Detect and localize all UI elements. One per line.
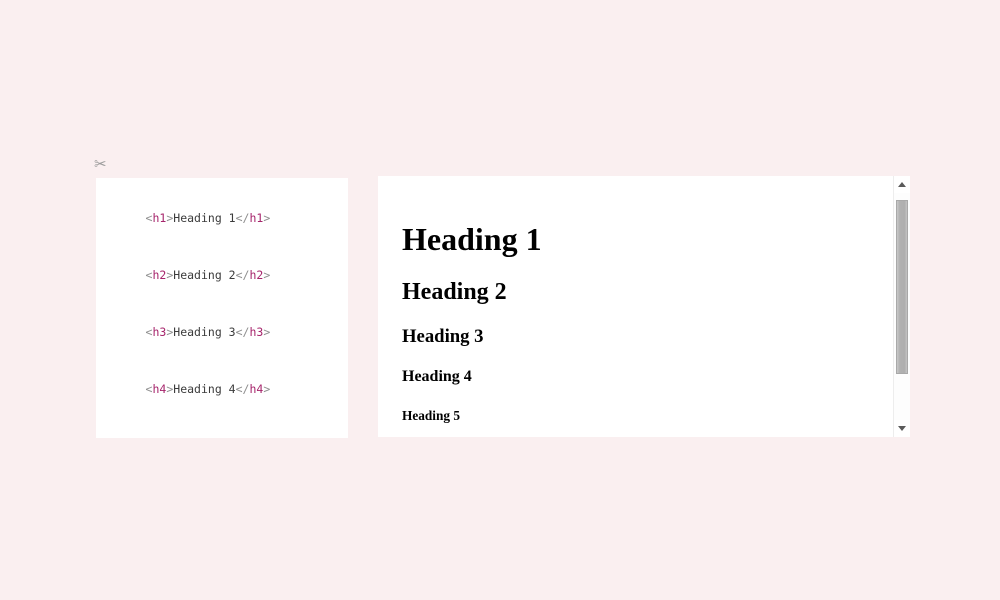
scissors-icon: ✂ <box>94 156 107 173</box>
scrollbar-up-button[interactable] <box>894 176 910 193</box>
open-tag-name: h4 <box>152 382 167 396</box>
close-bracket: </ <box>235 211 250 225</box>
open-tag-name: h1 <box>152 211 167 225</box>
code-line: <h1>Heading 1</h1> <box>104 190 338 247</box>
close-bracket-close: > <box>263 382 271 396</box>
preview-heading-4: Heading 4 <box>402 368 472 385</box>
close-bracket: </ <box>235 268 250 282</box>
code-line: <h3>Heading 3</h3> <box>104 304 338 361</box>
element-text: Heading 2 <box>173 268 236 282</box>
scrollbar-thumb[interactable] <box>896 200 908 374</box>
preview-content: Heading 1 Heading 2 Heading 3 Heading 4 … <box>378 176 893 437</box>
close-tag-name: h1 <box>249 211 264 225</box>
preview-output-panel: Heading 1 Heading 2 Heading 3 Heading 4 … <box>378 176 910 437</box>
close-tag-name: h4 <box>249 382 264 396</box>
close-bracket: </ <box>235 325 250 339</box>
scrollbar-down-button[interactable] <box>894 420 910 437</box>
element-text: Heading 1 <box>173 211 236 225</box>
close-tag-name: h3 <box>249 325 264 339</box>
close-bracket-close: > <box>263 325 271 339</box>
scrollbar-track[interactable] <box>894 193 910 420</box>
open-tag-name: h3 <box>152 325 167 339</box>
preview-scrollbar[interactable] <box>893 176 910 437</box>
element-text: Heading 4 <box>173 382 236 396</box>
open-tag-name: h2 <box>152 268 167 282</box>
preview-heading-3: Heading 3 <box>402 326 484 347</box>
code-line: <h4>Heading 4</h4> <box>104 361 338 418</box>
code-line: <h5>Heading 5</h5> <box>104 418 338 438</box>
preview-heading-2: Heading 2 <box>402 279 507 305</box>
close-bracket-close: > <box>263 268 271 282</box>
code-line: <h2>Heading 2</h2> <box>104 247 338 304</box>
close-bracket-close: > <box>263 211 271 225</box>
triangle-up-icon <box>898 182 906 187</box>
triangle-down-icon <box>898 426 906 431</box>
close-bracket: </ <box>235 382 250 396</box>
element-text: Heading 3 <box>173 325 236 339</box>
preview-heading-1: Heading 1 <box>402 221 542 257</box>
code-editor-panel[interactable]: <h1>Heading 1</h1> <h2>Heading 2</h2> <h… <box>96 178 348 438</box>
page-root: ✂ <h1>Heading 1</h1> <h2>Heading 2</h2> … <box>0 0 1000 600</box>
close-tag-name: h2 <box>249 268 264 282</box>
preview-heading-5: Heading 5 <box>402 408 460 423</box>
